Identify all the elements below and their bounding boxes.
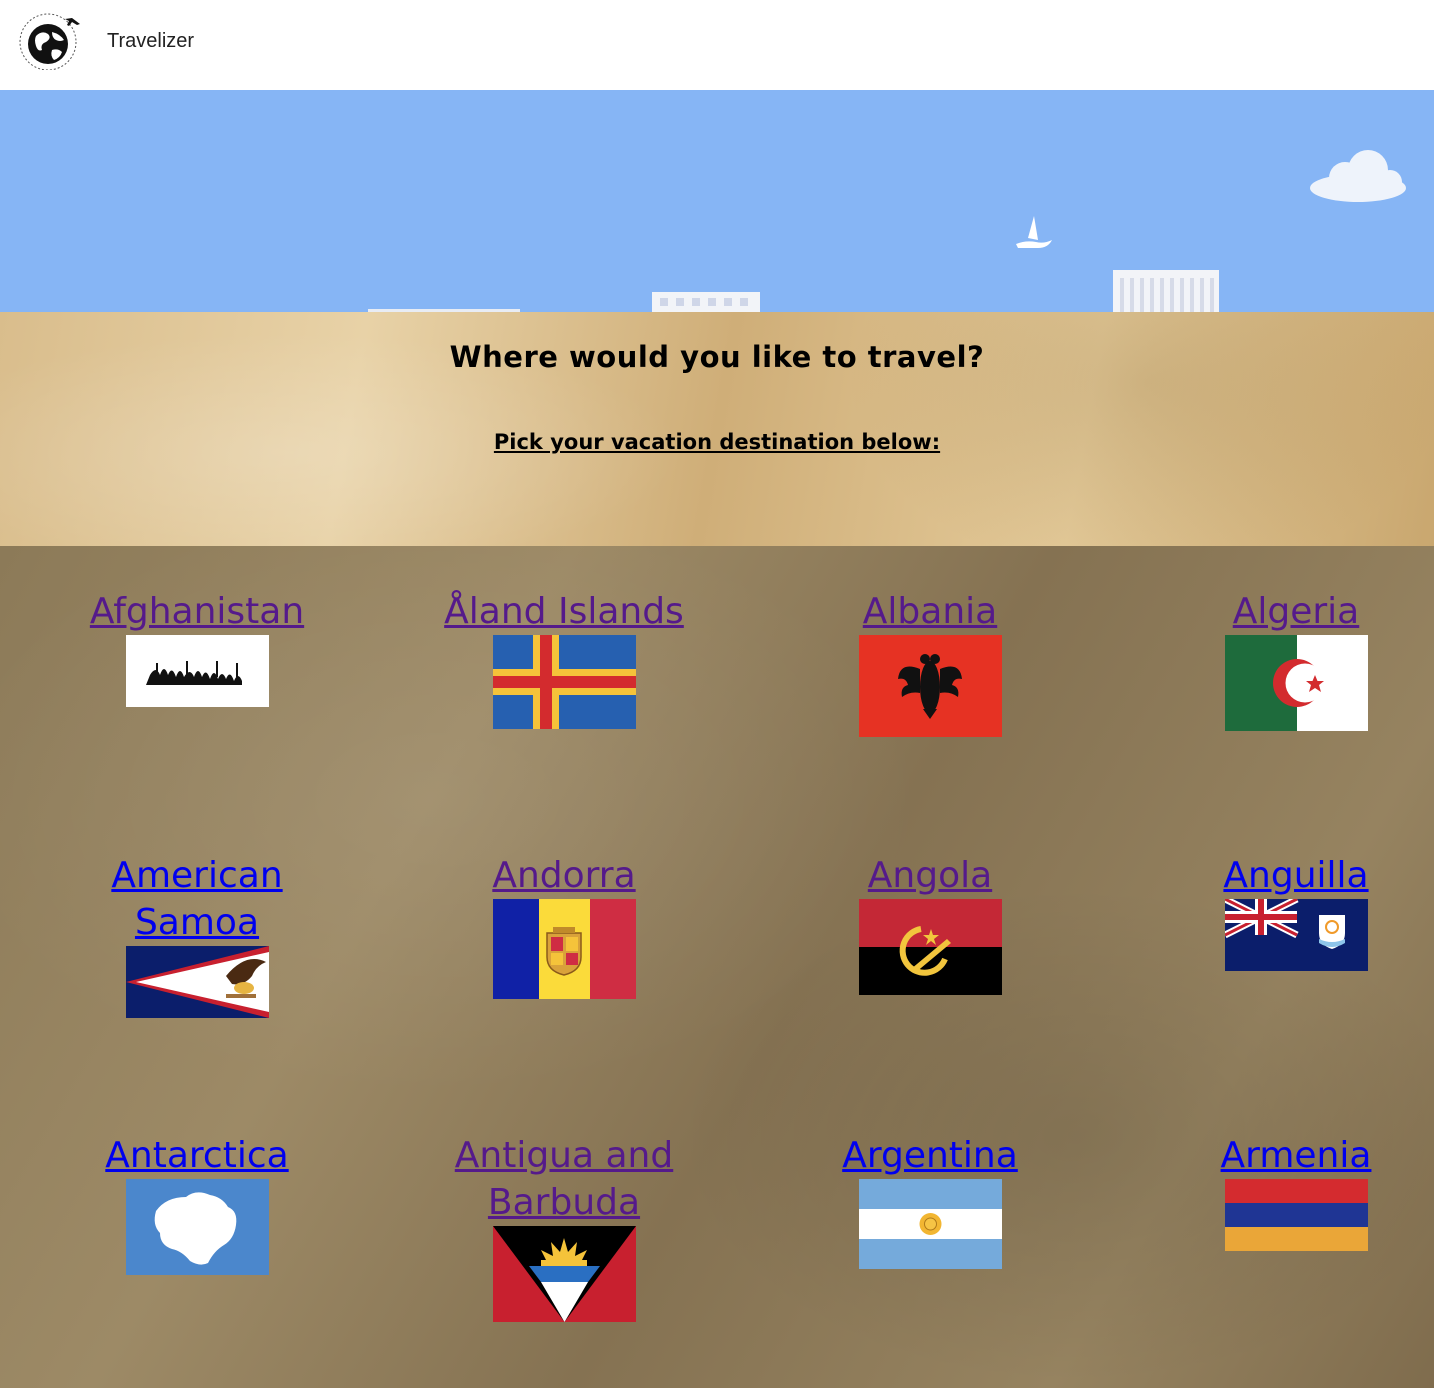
country-card: Andorra [414, 852, 714, 999]
country-card: Antigua and Barbuda [414, 1132, 714, 1322]
country-card: Armenia [1146, 1132, 1434, 1251]
country-card: Åland Islands [414, 588, 714, 729]
american-samoa-flag-icon[interactable] [125, 946, 269, 1018]
page-subhead: Pick your vacation destination below: [493, 430, 941, 454]
country-link-albania[interactable]: Albania [780, 588, 1080, 635]
country-link-antarctica[interactable]: Antarctica [47, 1132, 347, 1179]
country-card: Angola [780, 852, 1080, 995]
navbar: Travelizer [0, 0, 1434, 90]
antigua-and-barbuda-flag-icon[interactable] [492, 1226, 636, 1322]
union-jack [1224, 899, 1299, 939]
andorra-flag-icon[interactable] [492, 899, 636, 999]
antarctica-flag-icon[interactable] [125, 1179, 269, 1275]
algeria-flag-icon[interactable] [1224, 635, 1368, 731]
afghanistan-flag-icon[interactable] [125, 635, 269, 707]
country-link-andorra[interactable]: Andorra [414, 852, 714, 899]
country-card: Albania [780, 588, 1080, 737]
building-icon [652, 292, 760, 312]
country-link-algeria[interactable]: Algeria [1146, 588, 1434, 635]
country-link-anguilla[interactable]: Anguilla [1146, 852, 1434, 899]
albania-flag-icon[interactable] [858, 635, 1002, 737]
globe-airplane-icon[interactable] [12, 10, 82, 70]
building-icon [1113, 270, 1219, 312]
sun-of-may-emblem [919, 1213, 941, 1235]
dolphins-shield-emblem [1318, 915, 1345, 949]
anguilla-flag-icon[interactable] [1224, 899, 1368, 971]
country-link-american-samoa[interactable]: American Samoa [47, 852, 347, 946]
country-link-armenia[interactable]: Armenia [1146, 1132, 1434, 1179]
brand-link[interactable]: Travelizer [107, 30, 194, 53]
coat-of-arms-emblem [545, 927, 582, 976]
aland-islands-flag-icon[interactable] [492, 635, 636, 729]
hero-sky-banner [0, 90, 1434, 312]
armenia-flag-icon[interactable] [1224, 1179, 1368, 1251]
country-card: Algeria [1146, 588, 1434, 731]
country-link-angola[interactable]: Angola [780, 852, 1080, 899]
country-link-aland-islands[interactable]: Åland Islands [414, 588, 714, 635]
country-card: American Samoa [47, 852, 347, 1018]
bird-icon [1016, 216, 1052, 248]
angola-flag-icon[interactable] [858, 899, 1002, 995]
country-link-afghanistan[interactable]: Afghanistan [47, 588, 347, 635]
argentina-flag-icon[interactable] [858, 1179, 1002, 1269]
skyline-illustration [368, 150, 1406, 312]
country-card: Afghanistan [47, 588, 347, 707]
country-link-argentina[interactable]: Argentina [780, 1132, 1080, 1179]
page-headline: Where would you like to travel? [449, 340, 985, 374]
country-link-antigua-and-barbuda[interactable]: Antigua and Barbuda [414, 1132, 714, 1226]
country-card: Antarctica [47, 1132, 347, 1275]
country-card: Anguilla [1146, 852, 1434, 971]
country-card: Argentina [780, 1132, 1080, 1269]
cloud-icon [1310, 150, 1406, 202]
